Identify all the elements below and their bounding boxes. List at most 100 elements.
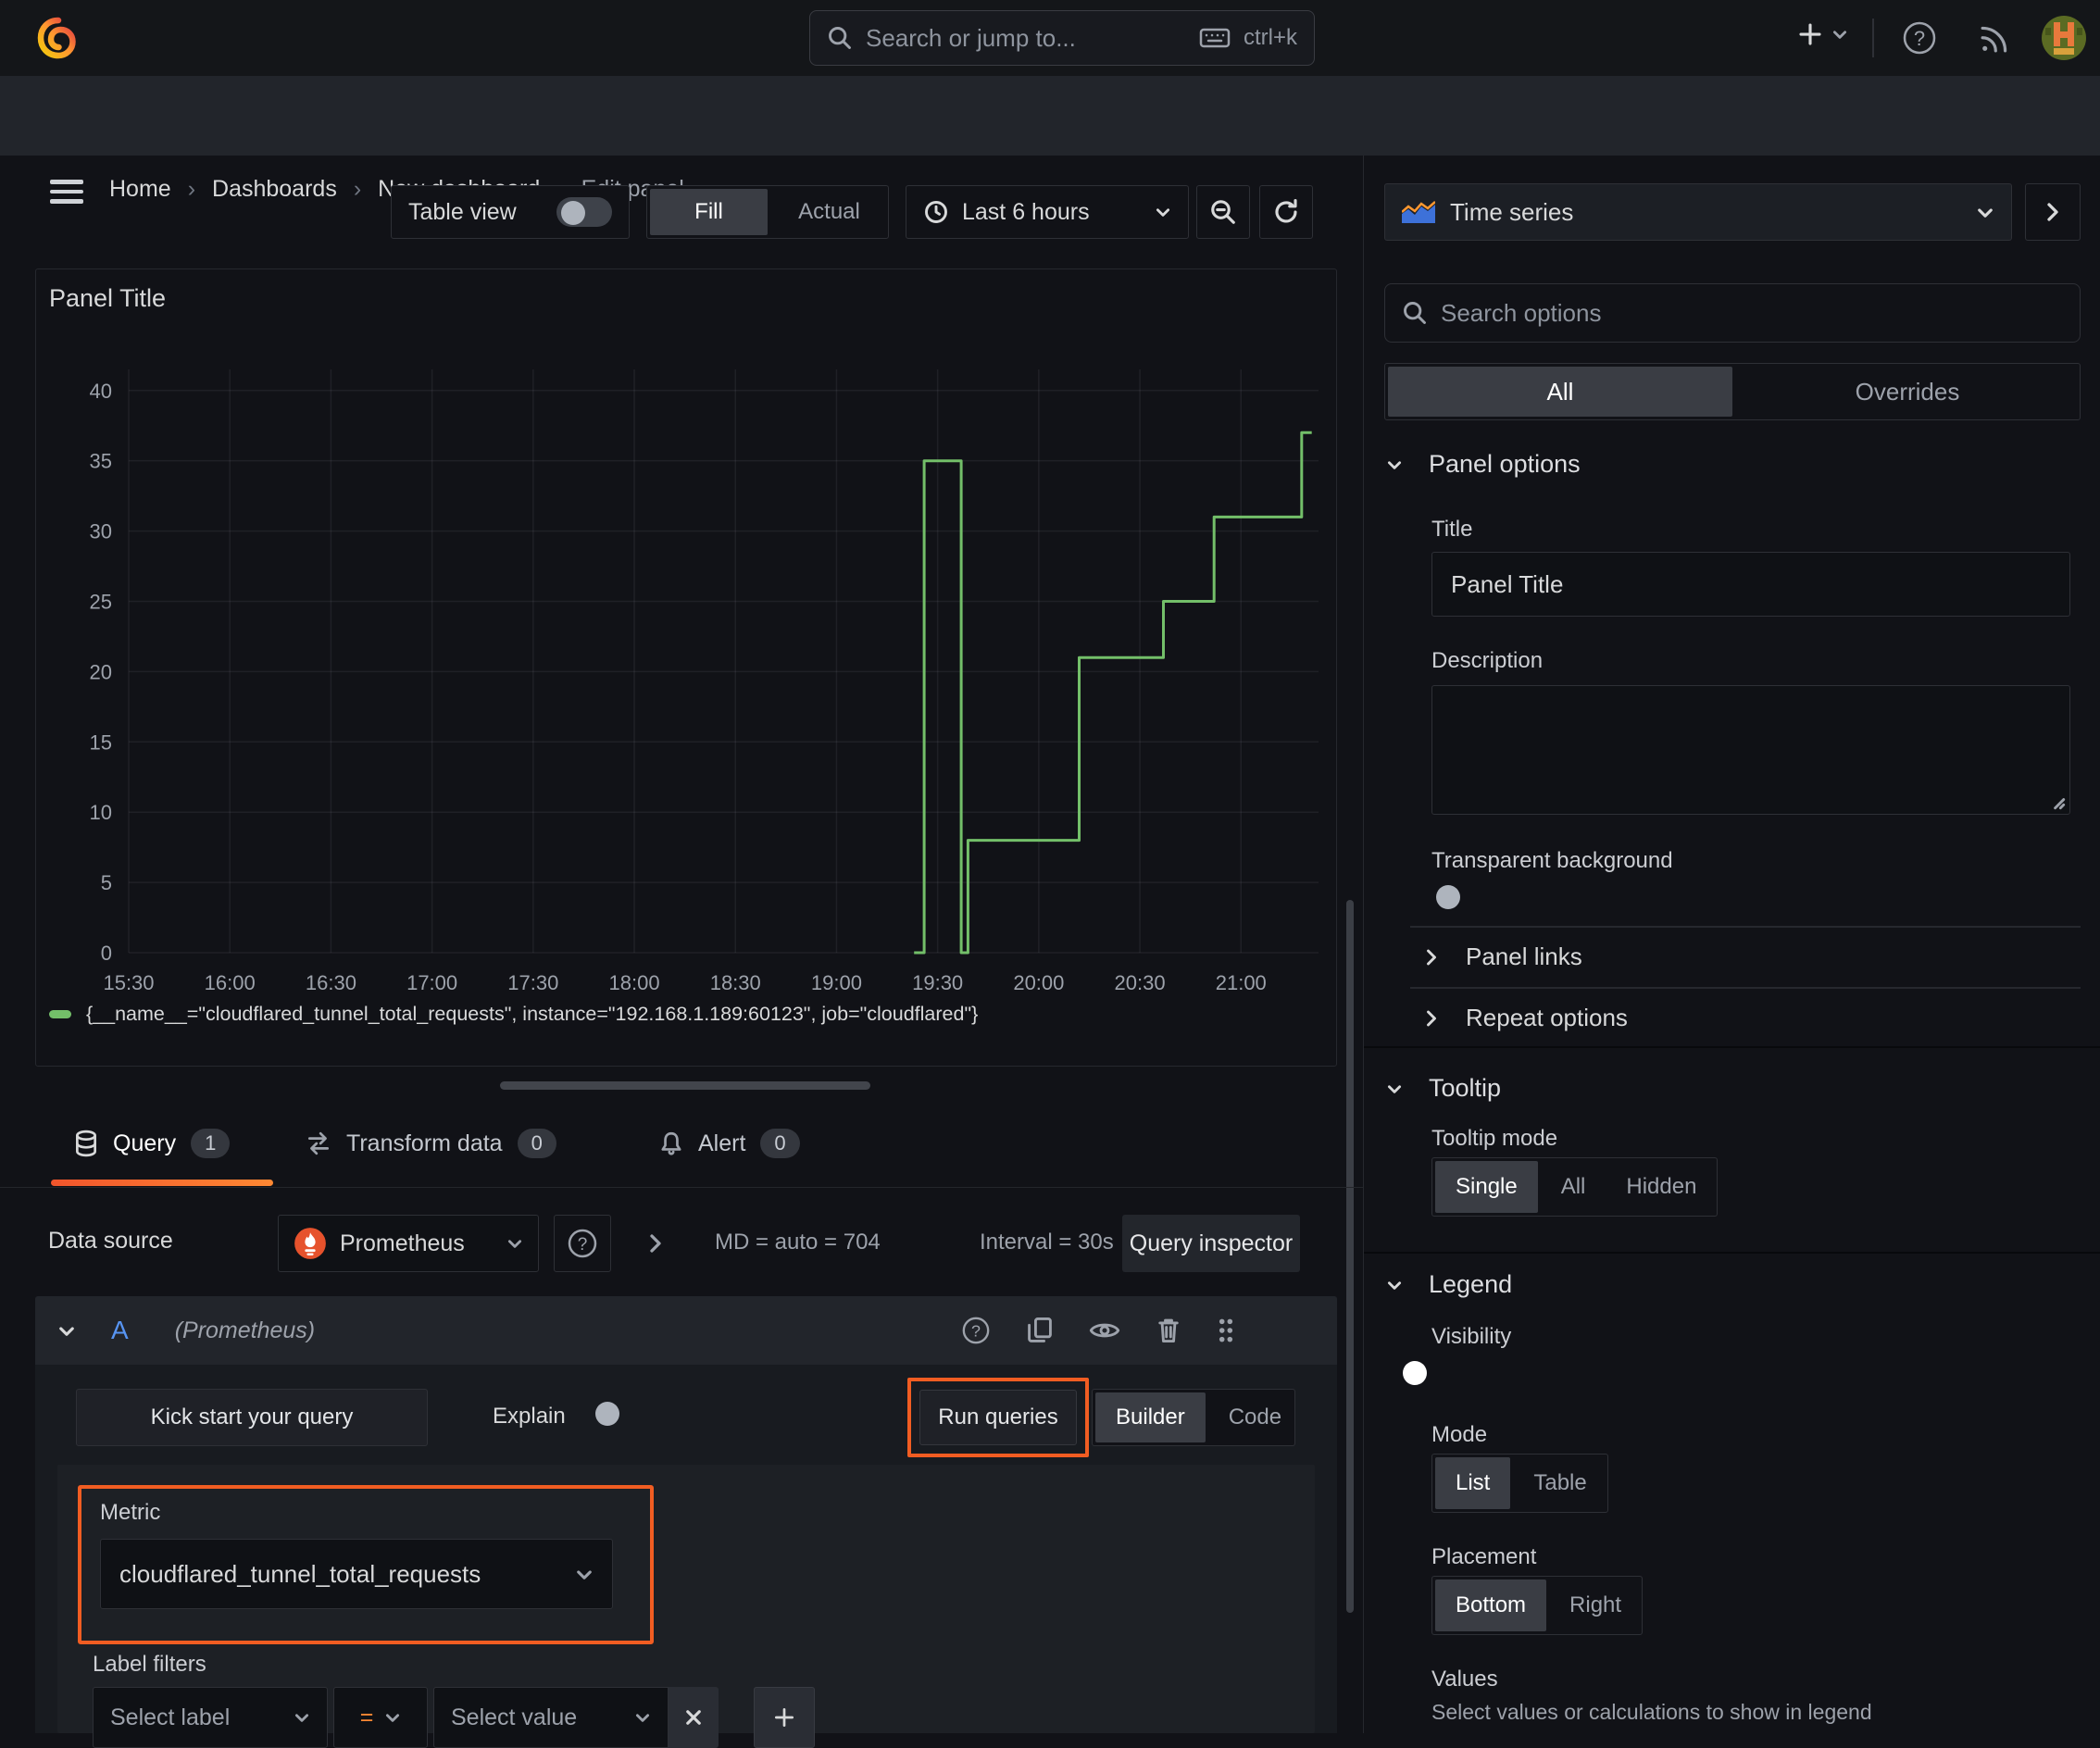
query-editor-card: A (Prometheus) ? Kick start your query E…: [35, 1296, 1337, 1748]
fill-option[interactable]: Fill: [650, 189, 768, 235]
panel-links-label: Panel links: [1466, 943, 1582, 970]
chevron-down-icon: [294, 1714, 309, 1722]
tooltip-mode-single[interactable]: Single: [1435, 1161, 1538, 1213]
bell-icon: [661, 1131, 681, 1155]
news-rss-icon[interactable]: [1978, 22, 2011, 56]
table-view-toggle[interactable]: [556, 197, 612, 227]
breadcrumb-home[interactable]: Home: [109, 176, 171, 203]
duplicate-query-icon[interactable]: [1026, 1316, 1054, 1345]
svg-text:20: 20: [90, 660, 112, 683]
svg-text:?: ?: [971, 1322, 981, 1341]
menu-toggle[interactable]: [50, 180, 83, 204]
legend-title: Legend: [1429, 1270, 1513, 1298]
actual-option[interactable]: Actual: [770, 186, 888, 238]
tab-alert-label: Alert: [698, 1130, 746, 1156]
resize-grip-icon[interactable]: [2051, 795, 2066, 810]
legend-header[interactable]: Legend: [1386, 1270, 1512, 1299]
time-series-chart[interactable]: 0 5 10 15 20 25 30 35 40 15:30 16:00 16:30 17:00 17:3…: [36, 351, 1332, 999]
tab-overrides[interactable]: Overrides: [1735, 364, 2080, 419]
panel-options-header[interactable]: Panel options: [1386, 450, 1581, 479]
tooltip-mode-label: Tooltip mode: [1431, 1126, 1558, 1151]
metric-highlight: Metric cloudflared_tunnel_total_requests: [78, 1485, 654, 1644]
run-queries-button[interactable]: Run queries: [919, 1390, 1077, 1445]
options-sidebar: Time series All Overrides Panel options …: [1363, 156, 2100, 1733]
query-help-icon[interactable]: ?: [961, 1316, 991, 1345]
query-row-header[interactable]: A (Prometheus) ?: [35, 1296, 1337, 1365]
legend-series-label[interactable]: {__name__="cloudflared_tunnel_total_requ…: [86, 1003, 978, 1026]
help-icon[interactable]: ?: [1902, 20, 1937, 56]
chevron-down-icon: [1387, 1084, 1402, 1093]
repeat-options-section[interactable]: Repeat options: [1425, 1004, 1628, 1032]
legend-mode-table[interactable]: Table: [1513, 1455, 1606, 1512]
remove-query-trash-icon[interactable]: [1156, 1317, 1181, 1344]
toggle-viz-pane-button[interactable]: [2025, 183, 2081, 241]
pane-resize-handle[interactable]: [500, 1081, 870, 1090]
svg-text:18:00: 18:00: [609, 971, 660, 994]
svg-text:30: 30: [90, 520, 112, 543]
chevron-down-icon: [386, 1714, 400, 1722]
search-options-box[interactable]: [1384, 283, 2081, 343]
panel-links-section[interactable]: Panel links: [1425, 943, 1582, 971]
chevron-down-icon: [1387, 1280, 1402, 1290]
panel-title-input[interactable]: [1431, 552, 2070, 617]
query-inspector-button[interactable]: Query inspector: [1122, 1215, 1300, 1272]
panel-title[interactable]: Panel Title: [49, 284, 166, 313]
visualization-picker[interactable]: Time series: [1384, 183, 2012, 241]
legend-placement-switch: Bottom Right: [1431, 1576, 1644, 1635]
tab-query[interactable]: Query 1: [74, 1129, 231, 1158]
drag-handle-grip-icon[interactable]: [1217, 1317, 1235, 1344]
tab-transform[interactable]: Transform data 0: [306, 1129, 556, 1158]
code-option[interactable]: Code: [1208, 1390, 1302, 1445]
query-datasource-hint: (Prometheus): [174, 1317, 316, 1343]
remove-filter-button[interactable]: [669, 1687, 719, 1748]
description-textarea[interactable]: [1431, 685, 2070, 815]
operator-dropdown[interactable]: =: [333, 1687, 428, 1748]
search-input[interactable]: [866, 23, 1186, 53]
tooltip-header[interactable]: Tooltip: [1386, 1074, 1501, 1103]
tab-alert[interactable]: Alert 0: [659, 1129, 800, 1158]
datasource-name: Prometheus: [340, 1230, 465, 1256]
select-value-placeholder: Select value: [451, 1704, 578, 1730]
visibility-label: Visibility: [1431, 1324, 1512, 1349]
tooltip-mode-hidden[interactable]: Hidden: [1606, 1158, 1717, 1216]
breadcrumb-dashboards[interactable]: Dashboards: [212, 176, 337, 203]
legend-placement-bottom[interactable]: Bottom: [1435, 1579, 1547, 1631]
datasource-help-button[interactable]: ?: [554, 1215, 611, 1272]
svg-text:17:00: 17:00: [406, 971, 457, 994]
select-label-dropdown[interactable]: Select label: [93, 1687, 328, 1748]
user-avatar[interactable]: [2041, 15, 2087, 61]
chevron-down-icon: [1832, 31, 1847, 39]
tooltip-title: Tooltip: [1429, 1074, 1502, 1102]
grafana-logo-icon[interactable]: [35, 14, 81, 62]
refresh-button[interactable]: [1259, 185, 1313, 239]
select-value-dropdown[interactable]: Select value: [433, 1687, 669, 1748]
options-expand-chevron-icon[interactable]: [648, 1233, 663, 1254]
svg-text:17:30: 17:30: [507, 971, 558, 994]
svg-text:?: ?: [1914, 27, 1925, 50]
chevron-right-icon: [1427, 1010, 1436, 1026]
datasource-picker[interactable]: Prometheus: [278, 1215, 539, 1272]
tooltip-mode-all[interactable]: All: [1541, 1158, 1606, 1216]
chart-legend: {__name__="cloudflared_tunnel_total_requ…: [49, 1003, 978, 1026]
legend-mode-list[interactable]: List: [1435, 1457, 1511, 1509]
global-search-box[interactable]: ctrl+k: [809, 10, 1315, 66]
zoom-out-button[interactable]: [1196, 185, 1250, 239]
add-filter-button[interactable]: [754, 1687, 815, 1748]
kick-start-query-button[interactable]: Kick start your query: [76, 1389, 428, 1446]
metric-select[interactable]: cloudflared_tunnel_total_requests: [100, 1539, 613, 1609]
tab-all[interactable]: All: [1388, 367, 1732, 417]
builder-option[interactable]: Builder: [1095, 1392, 1206, 1442]
collapse-chevron-icon[interactable]: [57, 1324, 76, 1338]
hide-response-eye-icon[interactable]: [1089, 1318, 1120, 1342]
svg-text:25: 25: [90, 590, 112, 613]
svg-text:0: 0: [101, 942, 112, 965]
legend-series-swatch[interactable]: [49, 1010, 71, 1018]
explain-label: Explain: [493, 1404, 566, 1429]
title-label: Title: [1431, 517, 1473, 542]
select-label-placeholder: Select label: [110, 1704, 231, 1730]
time-range-picker[interactable]: Last 6 hours: [906, 185, 1189, 239]
query-ref-id[interactable]: A: [111, 1316, 129, 1345]
search-options-input[interactable]: [1441, 298, 2063, 328]
legend-placement-right[interactable]: Right: [1549, 1577, 1642, 1634]
new-button[interactable]: [1796, 20, 1848, 48]
